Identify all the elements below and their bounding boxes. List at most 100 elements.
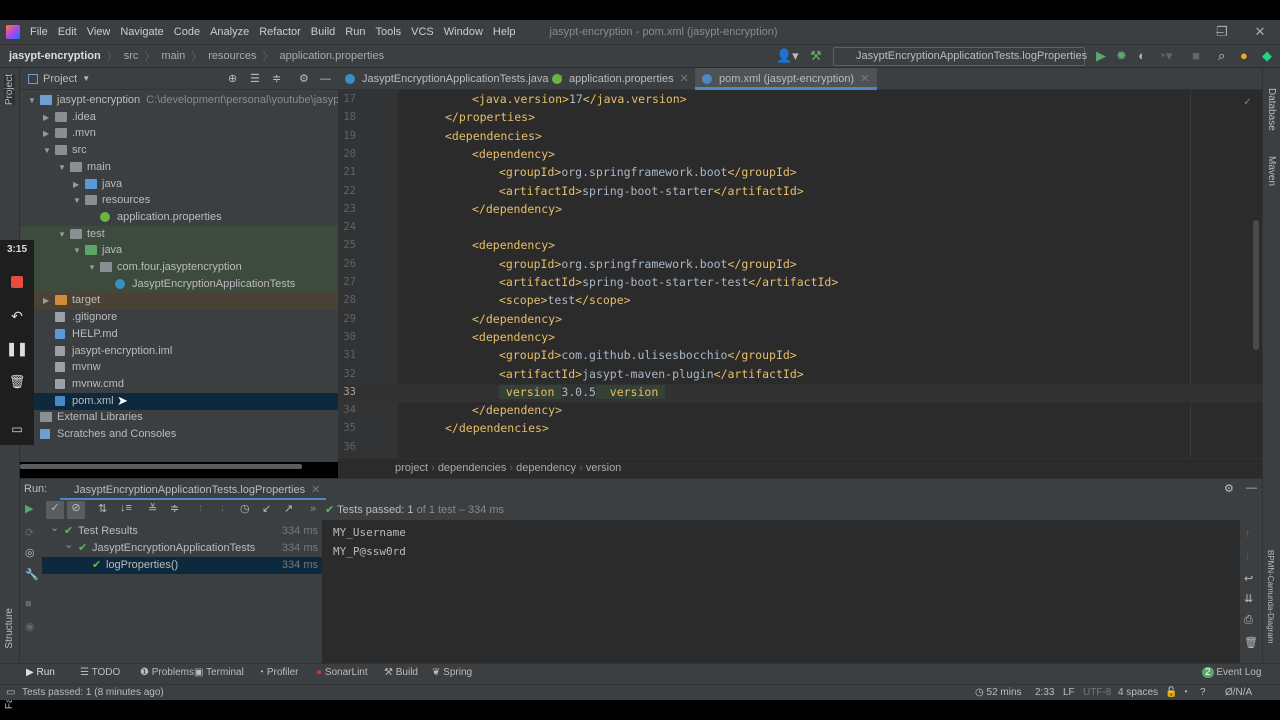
help-icon[interactable]: ? (1200, 685, 1206, 700)
line-separator[interactable]: LF (1063, 685, 1075, 700)
code-editor[interactable]: ✓ 17 <java.version>17</java.version> 18 </p… (338, 90, 1262, 458)
tree-item[interactable]: pom.xml (20, 392, 338, 410)
tool-tab-profiler[interactable]: ◔ Profiler (258, 667, 299, 678)
nav-crumb-resources[interactable]: resources (208, 50, 256, 62)
undo-icon[interactable]: ↶ (0, 308, 34, 325)
close-tab-icon[interactable]: ✕ (680, 73, 689, 85)
nav-crumb-file[interactable]: application.properties (280, 50, 385, 62)
chevron-down-icon[interactable]: ▼ (88, 259, 96, 276)
tree-item[interactable]: ▶ .mvn (20, 125, 338, 142)
menu-build[interactable]: Build (311, 26, 335, 38)
tree-item[interactable]: ▼ java (20, 242, 338, 260)
tool-tab-terminal[interactable]: ▣ Terminal (194, 667, 244, 678)
run-config-select[interactable]: JasyptEncryptionApplicationTests.logProp… (833, 47, 1087, 79)
xml-breadcrumb-item[interactable]: version (586, 462, 621, 474)
settings-icon[interactable]: ⚙ (1224, 482, 1234, 495)
chevron-right-icon[interactable]: ▶ (43, 109, 49, 126)
toggle-icon[interactable]: ⟳ (25, 526, 34, 539)
chevron-down-icon[interactable]: ▼ (28, 92, 36, 109)
menu-view[interactable]: View (87, 26, 111, 38)
tree-item[interactable]: ▶ target (20, 292, 338, 310)
chevron-right-icon[interactable]: ▶ (43, 125, 49, 142)
import-icon[interactable]: ↙ (262, 502, 271, 515)
tool-tab-todo[interactable]: ☰ TODO (80, 667, 120, 678)
chevron-down-icon[interactable]: ⌄ (64, 537, 73, 554)
stop-run-icon[interactable]: ■ (25, 598, 32, 610)
maven-tool-button[interactable]: Maven (1266, 156, 1277, 186)
close-run-tab-icon[interactable]: ✕ (311, 484, 320, 496)
profile-icon[interactable]: ◔▾ (1158, 48, 1172, 64)
tree-item[interactable]: jasypt-encryption.iml (20, 343, 338, 360)
layout-icon[interactable]: ▭ (6, 685, 15, 700)
chevron-down-icon[interactable]: ▼ (58, 159, 66, 176)
hide-panel-icon[interactable]: — (1246, 482, 1257, 494)
tree-item[interactable]: ▶External Libraries (20, 409, 338, 426)
chevron-right-icon[interactable]: ▶ (43, 292, 49, 309)
scroll-end-icon[interactable]: ⇊ (1244, 592, 1253, 605)
soft-wrap-icon[interactable]: ↩ (1244, 572, 1253, 585)
tree-item[interactable]: .gitignore (20, 309, 338, 326)
user-icon[interactable]: 👤▾ (776, 48, 799, 64)
menu-code[interactable]: Code (174, 26, 200, 38)
nav-crumb-src[interactable]: src (124, 50, 139, 62)
collapse-all-icon[interactable]: ≑ (170, 502, 179, 515)
chevron-down-icon[interactable]: ⌄ (50, 520, 59, 537)
expand-all-icon[interactable]: ≚ (148, 502, 157, 515)
clear-icon[interactable]: 🗑 (1244, 636, 1258, 649)
coverage-icon[interactable]: ◐ (1138, 48, 1146, 63)
history-icon[interactable]: ◷ (240, 502, 250, 515)
indent[interactable]: 4 spaces (1118, 685, 1158, 700)
tool-tab-problems[interactable]: ❶ Problems (140, 667, 194, 678)
collapse-all-icon[interactable]: ≑ (272, 72, 281, 85)
record-stop-button[interactable] (0, 276, 34, 291)
tree-item[interactable]: mvnw.cmd (20, 376, 338, 393)
down-icon[interactable]: ↓ (1245, 550, 1251, 562)
status-message[interactable]: Tests passed: 1 (8 minutes ago) (22, 685, 164, 700)
tree-item[interactable]: HELP.md (20, 326, 338, 343)
gear-icon[interactable]: ⚙ (299, 72, 309, 85)
inspector-icon[interactable]: ◔ (1182, 685, 1188, 700)
chevron-down-icon[interactable]: ▼ (58, 226, 66, 243)
stop-icon[interactable]: ■ (1192, 48, 1200, 63)
locate-icon[interactable]: ⊕ (228, 72, 237, 85)
sort-alpha-icon[interactable]: ⇅ (98, 502, 107, 515)
tool-tab-spring[interactable]: ❦ Spring (432, 667, 472, 678)
restore-button[interactable]: ❐ (1202, 20, 1242, 44)
lock-icon[interactable]: 🔓 (1165, 685, 1177, 700)
encoding[interactable]: UTF-8 (1083, 685, 1111, 700)
menu-tools[interactable]: Tools (375, 26, 401, 38)
chevron-down-icon[interactable]: ▼ (43, 142, 51, 159)
run-console[interactable]: MY_Username MY_P@ssw0rd (322, 520, 1240, 663)
xml-breadcrumb-item[interactable]: dependencies (438, 462, 507, 474)
update-icon[interactable]: ● (1240, 48, 1248, 63)
export-icon[interactable]: ↗ (284, 502, 293, 515)
vcs-status[interactable]: Ø/N/A (1225, 685, 1252, 700)
tree-item[interactable]: ▶ .idea (20, 109, 338, 126)
database-tool-button[interactable]: Database (1266, 88, 1277, 131)
menu-edit[interactable]: Edit (58, 26, 77, 38)
caret-position[interactable]: 2:33 (1035, 685, 1054, 700)
toolbox-icon[interactable]: ◆ (1262, 48, 1272, 64)
hide-icon[interactable]: — (320, 73, 331, 85)
tree-item[interactable]: ▼ com.four.jasyptencryption (20, 259, 338, 276)
test-result-row[interactable]: ⌄ ✔ Test Results 334 ms (42, 520, 322, 540)
structure-tool-button[interactable]: Structure (4, 608, 15, 649)
tree-scrollbar[interactable] (20, 464, 302, 469)
chevron-down-icon[interactable]: ▼ (73, 242, 81, 259)
menu-refactor[interactable]: Refactor (259, 26, 301, 38)
tree-item[interactable]: mvnw (20, 359, 338, 376)
tree-item[interactable]: ▼ resources (20, 192, 338, 209)
more-icon[interactable]: » (310, 503, 316, 515)
search-icon[interactable]: ⌕ (1218, 48, 1225, 64)
sort-duration-icon[interactable]: ↓≡ (120, 502, 132, 514)
run-tab[interactable]: JasyptEncryptionApplicationTests.logProp… (60, 479, 327, 501)
trash-icon[interactable]: 🗑 (0, 374, 34, 390)
editor-tab[interactable]: pom.xml (jasypt-encryption) ✕ (695, 68, 878, 90)
tool-tab-run[interactable]: ▶ Run (26, 667, 55, 678)
menu-vcs[interactable]: VCS (411, 26, 434, 38)
tree-item[interactable]: ▼ test (20, 225, 338, 243)
tree-item[interactable]: ▼ src (20, 142, 338, 159)
run-icon[interactable]: ▶ (1096, 48, 1106, 64)
test-result-row[interactable]: ⌄ ✔ JasyptEncryptionApplicationTests 334 ms (42, 537, 322, 557)
chevron-down-icon[interactable]: ▼ (73, 192, 81, 209)
